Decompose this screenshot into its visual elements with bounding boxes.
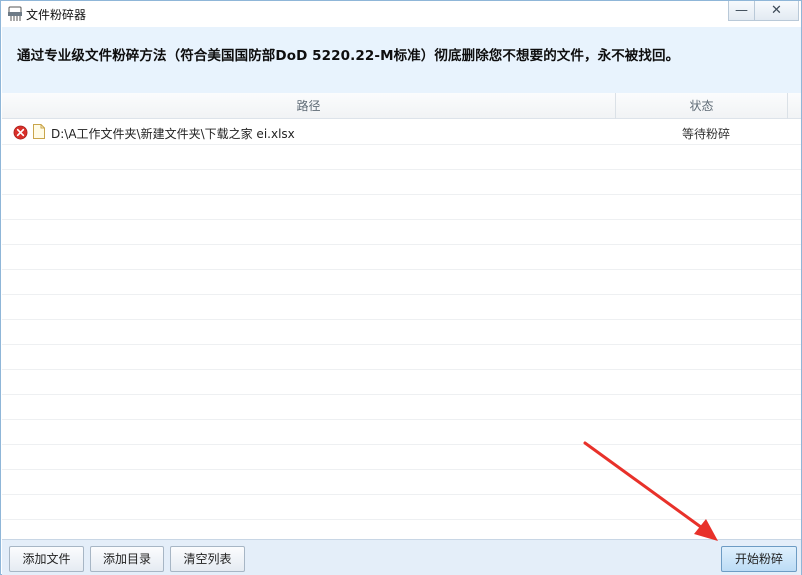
window-controls: — ✕ xyxy=(728,1,799,23)
minimize-icon: — xyxy=(735,3,748,18)
empty-row xyxy=(2,145,801,170)
empty-row xyxy=(2,470,801,495)
empty-row xyxy=(2,170,801,195)
empty-row xyxy=(2,195,801,220)
file-path: D:\A工作文件夹\新建文件夹\下载之家 ei.xlsx xyxy=(51,127,295,141)
empty-row xyxy=(2,495,801,520)
file-icon xyxy=(33,124,45,139)
empty-row xyxy=(2,420,801,445)
file-list[interactable]: D:\A工作文件夹\新建文件夹\下载之家 ei.xlsx 等待粉碎 xyxy=(2,120,801,539)
clear-list-button[interactable]: 清空列表 xyxy=(170,546,245,572)
empty-row xyxy=(2,270,801,295)
column-header-path[interactable]: 路径 xyxy=(2,93,616,119)
empty-row xyxy=(2,220,801,245)
window-title: 文件粉碎器 xyxy=(26,8,87,22)
add-folder-button[interactable]: 添加目录 xyxy=(90,546,164,572)
empty-row xyxy=(2,395,801,420)
description-banner: 通过专业级文件粉碎方法（符合美国国防部DoD 5220.22-M标准）彻底删除您… xyxy=(2,27,801,93)
close-button[interactable]: ✕ xyxy=(755,1,799,21)
remove-icon[interactable] xyxy=(13,125,28,140)
start-shred-button[interactable]: 开始粉碎 xyxy=(721,546,797,572)
file-table-header: 路径 状态 xyxy=(2,93,801,119)
empty-row xyxy=(2,370,801,395)
shredder-window: 文件粉碎器 — ✕ 通过专业级文件粉碎方法（符合美国国防部DoD 5220.22… xyxy=(0,0,802,575)
bottom-toolbar: 添加文件 添加目录 清空列表 开始粉碎 xyxy=(2,539,801,575)
table-row[interactable]: D:\A工作文件夹\新建文件夹\下载之家 ei.xlsx 等待粉碎 xyxy=(2,120,801,145)
empty-row xyxy=(2,320,801,345)
banner-text: 通过专业级文件粉碎方法（符合美国国防部DoD 5220.22-M标准）彻底删除您… xyxy=(17,48,680,64)
column-header-status[interactable]: 状态 xyxy=(616,93,788,119)
shredder-icon xyxy=(8,6,22,21)
file-status: 等待粉碎 xyxy=(681,127,730,141)
empty-row xyxy=(2,245,801,270)
close-icon: ✕ xyxy=(771,3,782,18)
empty-row xyxy=(2,345,801,370)
empty-row xyxy=(2,445,801,470)
minimize-button[interactable]: — xyxy=(728,1,755,21)
title-bar[interactable]: 文件粉碎器 — ✕ xyxy=(1,1,801,27)
add-file-button[interactable]: 添加文件 xyxy=(9,546,84,572)
empty-row xyxy=(2,295,801,320)
